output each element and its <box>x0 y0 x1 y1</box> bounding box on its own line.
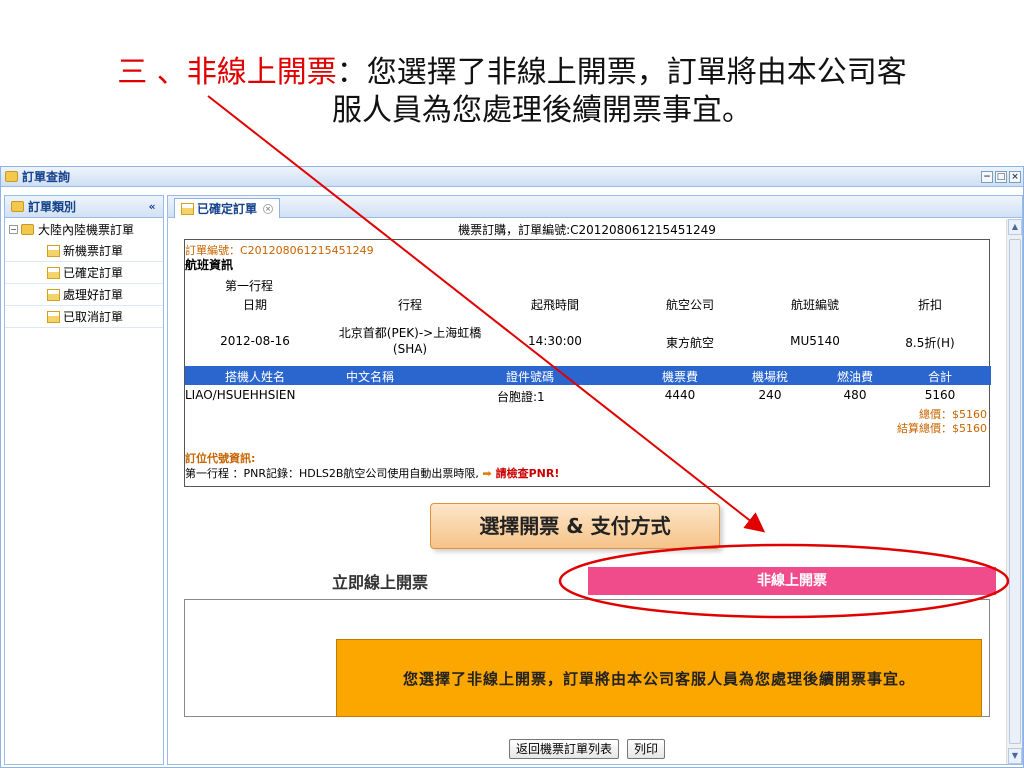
flight-discount: 8.5折(H) <box>905 336 955 350</box>
col-total: 合計 <box>927 370 952 384</box>
arrow-right-icon: ➡ <box>482 467 492 480</box>
main-panel: 已確定訂單 × 機票訂購，訂單編號:C201208061215451249 訂單… <box>167 195 1023 765</box>
collapse-icon[interactable]: « <box>145 200 159 214</box>
tab-close-icon[interactable]: × <box>263 203 274 214</box>
maximize-button[interactable]: □ <box>995 170 1007 183</box>
flight-number: MU5140 <box>790 334 840 348</box>
flight-row: 2012-08-16 北京首都(PEK)->上海虹橋 (SHA) 14:30:0… <box>185 324 991 360</box>
slide-heading: 三 、非線上開票：您選擇了非線上開票，訂單將由本公司客 服人員為您處理後續開票事… <box>0 54 1024 130</box>
pax-airport-tax: 240 <box>758 388 782 402</box>
close-button[interactable]: × <box>1009 170 1021 183</box>
document-icon <box>47 266 60 279</box>
sidebar-item-new-orders[interactable]: 新機票訂單 <box>5 240 163 262</box>
category-icon <box>11 201 24 212</box>
expand-toggle-icon[interactable]: − <box>9 224 18 234</box>
price-totals: 總價：$5160 結算總價：$5160 <box>897 408 987 436</box>
settlement-total: 結算總價：$5160 <box>897 422 987 435</box>
col-pax-name: 搭機人姓名 <box>224 370 285 384</box>
document-icon <box>47 244 60 257</box>
order-caption: 機票訂購，訂單編號:C201208061215451249 <box>458 223 716 237</box>
order-query-window: 訂單查詢 − □ × 訂單類別 « − 大陸內陸機票訂單 新機票訂單 已確定訂單… <box>0 166 1024 768</box>
col-date: 日期 <box>242 298 267 312</box>
order-detail-box: 訂單編號：C201208061215451249 航班資訊 第一行程 日期 行程… <box>184 239 991 487</box>
pnr-line: 第一行程 ：PNR記錄：HDLS2B航空公司使用自動出票時限, ➡ 請檢查PNR! <box>185 465 559 481</box>
flight-route-line2: (SHA) <box>392 342 428 356</box>
pax-fuel: 480 <box>843 388 867 402</box>
heading-highlight: 非線上開票 <box>186 55 337 90</box>
folder-icon <box>5 171 18 182</box>
scroll-up-icon[interactable]: ▲ <box>1008 219 1022 235</box>
sidebar-item-label: 處理好訂單 <box>63 288 124 302</box>
sidebar-title: 訂單類別 <box>28 200 77 214</box>
flight-date: 2012-08-16 <box>220 334 290 348</box>
col-chinese-name: 中文名稱 <box>345 370 394 384</box>
tree-root-node[interactable]: − 大陸內陸機票訂單 <box>5 218 163 240</box>
col-route: 行程 <box>397 298 422 312</box>
document-icon <box>47 310 60 323</box>
print-button[interactable]: 列印 <box>627 739 666 759</box>
col-departure: 起飛時間 <box>530 298 579 312</box>
offline-message: 您選擇了非線上開票，訂單將由本公司客服人員為您處理後續開票事宜。 <box>336 639 982 717</box>
scroll-thumb[interactable] <box>1009 239 1021 744</box>
check-pnr-link[interactable]: 請檢查PNR! <box>496 467 560 480</box>
minimize-button[interactable]: − <box>981 170 993 183</box>
col-fare: 機票費 <box>661 370 698 384</box>
passenger-row: LIAO/HSUEHHSIEN 台胞證:1 4440 240 480 5160 <box>185 386 991 404</box>
sidebar-item-label: 已取消訂單 <box>63 310 124 324</box>
col-id: 證件號碼 <box>505 370 554 384</box>
sidebar-item-label: 新機票訂單 <box>63 244 124 258</box>
action-bar: 返回機票訂單列表 列印 <box>168 739 1006 759</box>
flight-section-title: 航班資訊 <box>185 258 234 272</box>
sidebar-item-label: 已確定訂單 <box>63 266 124 280</box>
heading-rest: ：您選擇了非線上開票，訂單將由本公司客 <box>336 55 907 90</box>
select-payment-button[interactable]: 選擇開票 & 支付方式 <box>430 503 720 549</box>
vertical-scrollbar[interactable]: ▲ ▼ <box>1006 219 1022 764</box>
itinerary-label: 第一行程 <box>225 279 274 293</box>
back-to-list-button[interactable]: 返回機票訂單列表 <box>508 739 619 759</box>
order-content: 機票訂購，訂單編號:C201208061215451249 訂單編號：C2012… <box>168 219 1006 764</box>
pnr-text: 第一行程 ：PNR記錄：HDLS2B航空公司使用自動出票時限, <box>185 467 479 480</box>
pax-fare: 4440 <box>664 388 696 402</box>
col-fuel: 燃油費 <box>836 370 873 384</box>
flight-header-row: 日期 行程 起飛時間 航空公司 航班編號 折扣 <box>185 296 991 314</box>
col-discount: 折扣 <box>917 298 942 312</box>
tab-strip: 已確定訂單 × <box>168 196 1022 218</box>
heading-line2: 服人員為您處理後續開票事宜。 <box>332 93 752 128</box>
col-airline: 航空公司 <box>665 298 714 312</box>
folder-open-icon <box>21 223 34 235</box>
window-titlebar: 訂單查詢 − □ × <box>1 167 1023 187</box>
online-ticketing-option[interactable]: 立即線上開票 <box>332 569 428 593</box>
flight-route-line1: 北京首都(PEK)->上海虹橋 <box>338 326 482 340</box>
tab-label: 已確定訂單 <box>197 202 258 216</box>
window-title: 訂單查詢 <box>22 170 71 184</box>
offline-ticketing-option[interactable]: 非線上開票 <box>588 567 996 595</box>
col-airport-tax: 機場稅 <box>751 370 788 384</box>
sidebar-item-processed-orders[interactable]: 處理好訂單 <box>5 284 163 306</box>
heading-prefix: 三 、 <box>117 55 187 90</box>
total-price: 總價：$5160 <box>919 408 987 421</box>
flight-airline: 東方航空 <box>665 336 714 350</box>
passenger-header-row: 搭機人姓名 中文名稱 證件號碼 機票費 機場稅 燃油費 合計 <box>185 366 991 385</box>
flight-departure: 14:30:00 <box>528 334 582 348</box>
pax-total: 5160 <box>924 388 956 402</box>
document-icon <box>47 288 60 301</box>
pnr-title: 訂位代號資訊: <box>185 452 256 465</box>
sidebar-item-cancelled-orders[interactable]: 已取消訂單 <box>5 306 163 328</box>
sidebar-item-confirmed-orders[interactable]: 已確定訂單 <box>5 262 163 284</box>
scroll-down-icon[interactable]: ▼ <box>1008 748 1022 764</box>
tab-confirmed-orders[interactable]: 已確定訂單 × <box>174 198 281 218</box>
sidebar: 訂單類別 « − 大陸內陸機票訂單 新機票訂單 已確定訂單 處理好訂單 已取消訂… <box>4 195 164 765</box>
pax-id: 台胞證:1 <box>497 390 545 404</box>
sidebar-header: 訂單類別 « <box>5 196 163 218</box>
tree-root-label: 大陸內陸機票訂單 <box>38 222 135 237</box>
document-icon <box>181 202 194 215</box>
pax-name: LIAO/HSUEHHSIEN <box>185 388 296 402</box>
col-flight-no: 航班編號 <box>790 298 839 312</box>
